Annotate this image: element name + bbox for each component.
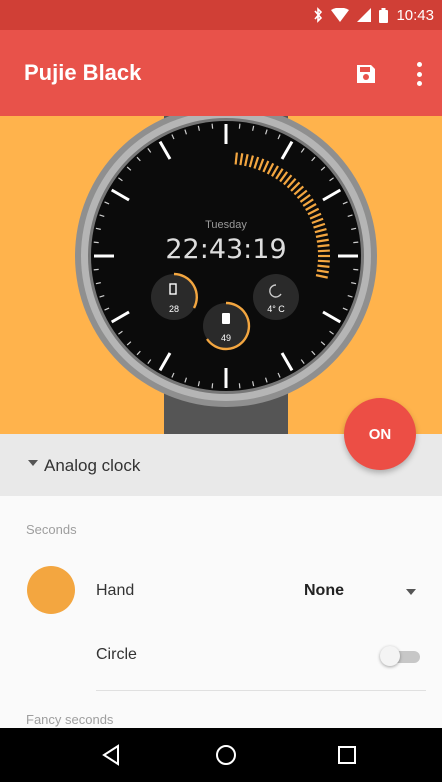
fancy-seconds-header: Fancy seconds xyxy=(26,712,114,727)
battery-icon xyxy=(379,7,389,23)
seconds-header: Seconds xyxy=(26,522,77,537)
fab-label: ON xyxy=(368,425,392,443)
seconds-arc-tick xyxy=(317,244,330,248)
seconds-arc-tick xyxy=(317,259,330,263)
hand-color-swatch[interactable] xyxy=(27,566,75,614)
divider xyxy=(96,690,426,691)
circle-label: Circle xyxy=(96,646,137,663)
save-icon[interactable] xyxy=(354,62,378,86)
bluetooth-icon xyxy=(314,7,323,23)
recents-icon[interactable] xyxy=(332,740,362,770)
minute-tick xyxy=(93,241,99,244)
complication-phone-value: 28 xyxy=(169,304,179,314)
circle-toggle[interactable] xyxy=(380,646,422,666)
app-bar: Pujie Black xyxy=(0,30,442,116)
navigation-bar xyxy=(0,728,442,782)
minute-tick xyxy=(238,383,241,389)
wifi-icon xyxy=(331,8,350,22)
minute-tick xyxy=(238,123,241,129)
complication-battery: 49 xyxy=(203,301,251,351)
complication-phone: 28 xyxy=(151,272,198,320)
caret-down-icon xyxy=(28,460,38,466)
complication-weather: 4° C xyxy=(253,274,299,320)
seconds-arc-tick xyxy=(317,264,330,268)
seconds-arc-tick xyxy=(317,249,330,253)
minute-tick xyxy=(353,268,359,271)
chevron-down-icon[interactable] xyxy=(406,589,416,595)
minute-tick xyxy=(211,383,214,389)
complication-weather-value: 4° C xyxy=(267,304,285,314)
watch-preview: Tuesday 22:43:19 28 49 4° C xyxy=(0,116,442,434)
back-icon[interactable] xyxy=(96,740,126,770)
more-vert-icon[interactable] xyxy=(414,62,424,86)
seconds-arc-tick xyxy=(234,152,238,165)
status-icons: 10:43 xyxy=(313,0,434,30)
minute-tick xyxy=(93,268,99,271)
watch-day: Tuesday xyxy=(205,219,247,231)
settings-content: Seconds Hand None Circle Fancy seconds xyxy=(0,496,442,728)
watch-face: Tuesday 22:43:19 28 49 4° C xyxy=(75,116,377,434)
status-time: 10:43 xyxy=(396,6,434,24)
page-title: Pujie Black xyxy=(24,60,142,85)
watch-time: 22:43:19 xyxy=(165,234,286,265)
status-bar: 10:43 xyxy=(0,0,442,30)
minute-tick xyxy=(353,241,359,244)
hand-label: Hand xyxy=(96,582,135,599)
battery-icon xyxy=(222,313,230,324)
home-icon[interactable] xyxy=(211,740,241,770)
hand-dropdown[interactable]: None xyxy=(304,582,344,600)
minute-tick xyxy=(211,123,214,129)
section-label: Analog clock xyxy=(44,456,141,475)
power-fab[interactable]: ON xyxy=(344,398,416,470)
complication-battery-value: 49 xyxy=(221,333,231,343)
signal-icon xyxy=(357,8,372,22)
